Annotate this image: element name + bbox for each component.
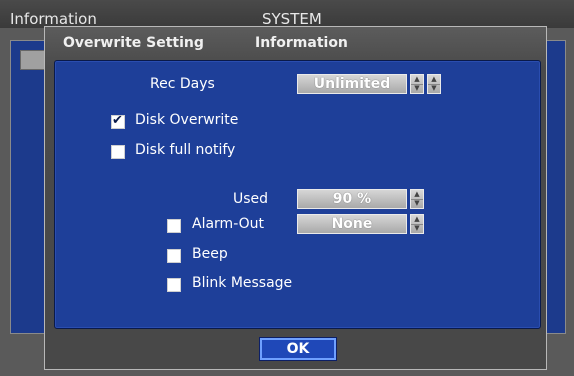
- beep-label: Beep: [192, 246, 228, 262]
- rec-days-spin-down[interactable]: ▲ ▼: [410, 74, 424, 94]
- disk-overwrite-checkbox[interactable]: [111, 113, 125, 129]
- rec-days-field[interactable]: Unlimited: [297, 74, 407, 94]
- alarm-out-label: Alarm-Out: [192, 216, 265, 232]
- blink-message-label: Blink Message: [192, 275, 293, 291]
- settings-panel: Rec Days Unlimited ▲ ▼ ▲ ▼ Disk Overwrit…: [54, 60, 541, 329]
- tab-information[interactable]: Information: [255, 35, 348, 51]
- arrow-down-icon: ▼: [414, 224, 420, 232]
- used-field[interactable]: 90 %: [297, 189, 407, 209]
- beep-checkbox[interactable]: [167, 249, 181, 263]
- rec-days-label: Rec Days: [150, 76, 215, 92]
- rec-days-spin-up[interactable]: ▲ ▼: [427, 74, 441, 94]
- blink-message-checkbox[interactable]: [167, 278, 181, 292]
- tab-overwrite-setting[interactable]: Overwrite Setting: [63, 35, 204, 51]
- disk-full-notify-label: Disk full notify: [135, 142, 236, 158]
- used-spinner[interactable]: ▲ ▼: [410, 189, 424, 209]
- alarm-out-spinner[interactable]: ▲ ▼: [410, 214, 424, 234]
- disk-overwrite-label: Disk Overwrite: [135, 112, 239, 128]
- used-label: Used: [233, 191, 269, 207]
- ok-button[interactable]: OK: [259, 337, 337, 361]
- alarm-out-field[interactable]: None: [297, 214, 407, 234]
- arrow-down-icon: ▼: [414, 84, 420, 92]
- arrow-down-icon: ▼: [431, 84, 437, 92]
- background-titlebar: Information SYSTEM: [0, 0, 574, 28]
- arrow-down-icon: ▼: [414, 199, 420, 207]
- disk-full-notify-checkbox[interactable]: [111, 145, 125, 159]
- overwrite-setting-dialog: Overwrite Setting Information Rec Days U…: [44, 26, 547, 370]
- alarm-out-checkbox[interactable]: [167, 219, 181, 233]
